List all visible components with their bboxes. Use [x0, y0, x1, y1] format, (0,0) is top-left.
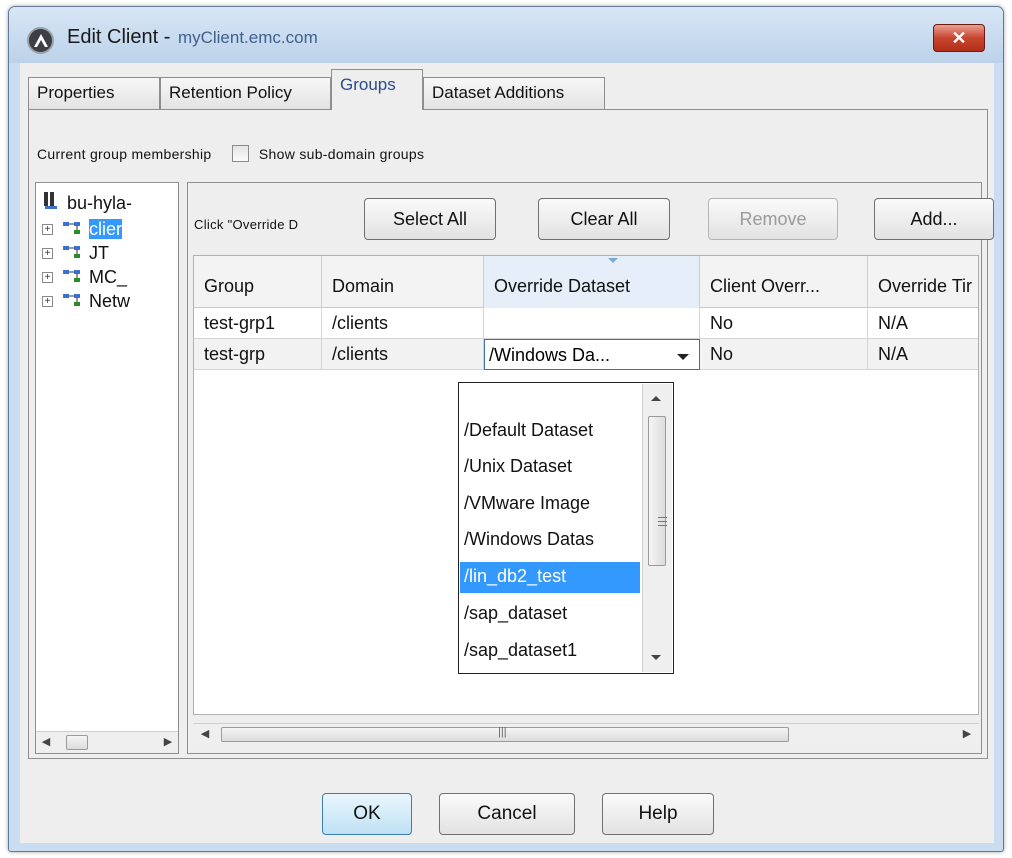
select-all-button[interactable]: Select All	[364, 198, 496, 240]
close-button[interactable]: ✕	[933, 24, 985, 52]
column-header-override-time[interactable]: Override Tir	[868, 256, 978, 308]
tree-item-label: bu-hyla-	[67, 193, 133, 213]
cancel-button[interactable]: Cancel	[439, 793, 575, 835]
scroll-grip-icon	[658, 517, 667, 526]
scroll-left-icon[interactable]: ◀	[197, 726, 213, 742]
tree-item-label: MC_	[89, 267, 128, 287]
scroll-right-icon[interactable]: ▶	[959, 726, 975, 742]
show-subdomain-label: Show sub-domain groups	[258, 146, 425, 162]
expand-icon[interactable]: +	[42, 224, 53, 235]
tree-item-mc[interactable]: + MC_	[42, 267, 127, 291]
cell-override-time: N/A	[868, 308, 978, 339]
close-icon: ✕	[951, 28, 967, 48]
tab-label: Properties	[37, 83, 115, 102]
server-icon	[44, 192, 57, 209]
scroll-up-icon[interactable]	[651, 396, 661, 401]
dropdown-option[interactable]: /Windows Datas	[460, 525, 640, 556]
tree-item-label: clier	[89, 219, 123, 239]
clear-all-button[interactable]: Clear All	[538, 198, 670, 240]
tree-item-label: JT	[89, 243, 110, 263]
tab-groups[interactable]: Groups	[331, 69, 423, 110]
membership-row: Current group membership Show sub-domain…	[37, 145, 424, 162]
table-header: Group Domain Override Dataset Client Ove…	[194, 256, 978, 308]
column-header-label: Override Dataset	[494, 276, 631, 296]
network-icon	[63, 222, 81, 234]
tree-item-label: Netw	[89, 291, 131, 311]
tree-item-jt[interactable]: + JT	[42, 243, 109, 267]
dropdown-option[interactable]: /sap_dataset	[460, 599, 640, 630]
network-icon	[63, 246, 81, 258]
show-subdomain-checkbox[interactable]	[231, 145, 249, 162]
title-bar[interactable]: Edit Client - myClient.emc.com ✕	[9, 7, 1003, 63]
help-button[interactable]: Help	[602, 793, 714, 835]
dropdown-option[interactable]: /VMware Image	[460, 489, 640, 520]
cell-group: test-grp	[194, 339, 322, 370]
domain-tree[interactable]: bu-hyla- + clier + JT + MC_ + Netw ◀ ▶	[35, 182, 179, 754]
dropdown-option[interactable]: /Unix Dataset	[460, 452, 640, 483]
network-icon	[63, 270, 81, 282]
cell-group: test-grp1	[194, 308, 322, 339]
add-button[interactable]: Add...	[874, 198, 994, 240]
column-header-override-dataset[interactable]: Override Dataset	[484, 256, 700, 308]
combobox-value: /Windows Da...	[489, 345, 611, 365]
expand-icon[interactable]: +	[42, 272, 53, 283]
scroll-right-icon[interactable]: ▶	[160, 734, 176, 750]
dropdown-vertical-scrollbar[interactable]	[642, 384, 672, 672]
scroll-thumb[interactable]	[66, 735, 88, 750]
cell-client-override: No	[700, 339, 868, 370]
cell-override-dataset[interactable]	[484, 308, 700, 339]
dropdown-option[interactable]: /sap_dataset1	[460, 636, 640, 667]
window-title: Edit Client - myClient.emc.com	[67, 26, 318, 49]
table-row[interactable]: test-grp /clients /Windows Da... No N/A	[194, 339, 978, 370]
tree-item-network[interactable]: + Netw	[42, 291, 130, 315]
override-dataset-combobox[interactable]: /Windows Da...	[484, 339, 700, 370]
cell-domain: /clients	[322, 339, 484, 370]
tab-label: Retention Policy	[169, 83, 292, 102]
scroll-left-icon[interactable]: ◀	[38, 734, 54, 750]
window-subtitle: myClient.emc.com	[177, 28, 318, 47]
tree-item-clients[interactable]: + clier	[42, 219, 123, 243]
cell-client-override: No	[700, 308, 868, 339]
scroll-grip-icon: |||	[498, 726, 507, 738]
scroll-down-icon[interactable]	[651, 655, 661, 660]
app-logo-icon	[27, 27, 54, 54]
remove-button[interactable]: Remove	[708, 198, 838, 240]
cell-domain: /clients	[322, 308, 484, 339]
dropdown-option-selected[interactable]: /lin_db2_test	[460, 562, 640, 593]
column-header-client-override[interactable]: Client Overr...	[700, 256, 868, 308]
network-icon	[63, 294, 81, 306]
tree-horizontal-scrollbar[interactable]: ◀ ▶	[36, 731, 178, 753]
dropdown-option[interactable]: /Default Dataset	[460, 416, 640, 447]
tab-label: Groups	[340, 75, 396, 94]
current-membership-label: Current group membership	[37, 146, 212, 162]
scroll-thumb[interactable]	[648, 416, 667, 566]
ok-button[interactable]: OK	[322, 793, 412, 835]
tab-retention-policy[interactable]: Retention Policy	[160, 77, 331, 109]
chevron-down-icon[interactable]	[677, 354, 689, 360]
column-header-group[interactable]: Group	[194, 256, 322, 308]
column-header-domain[interactable]: Domain	[322, 256, 484, 308]
expand-icon[interactable]: +	[42, 248, 53, 259]
expand-icon[interactable]: +	[42, 296, 53, 307]
override-hint-text: Click "Override D	[194, 217, 299, 232]
dataset-dropdown-list[interactable]: /Default Dataset /Unix Dataset /VMware I…	[458, 382, 674, 674]
sort-indicator-icon	[608, 258, 618, 263]
tree-root[interactable]: bu-hyla-	[42, 191, 132, 215]
tab-properties[interactable]: Properties	[28, 77, 160, 109]
table-horizontal-scrollbar[interactable]: ◀ ||| ▶	[193, 723, 979, 745]
tab-dataset-additions[interactable]: Dataset Additions	[423, 77, 605, 109]
window-title-label: Edit Client -	[67, 26, 171, 48]
table-row[interactable]: test-grp1 /clients No N/A	[194, 308, 978, 339]
cell-override-time: N/A	[868, 339, 978, 370]
tab-label: Dataset Additions	[432, 83, 565, 102]
